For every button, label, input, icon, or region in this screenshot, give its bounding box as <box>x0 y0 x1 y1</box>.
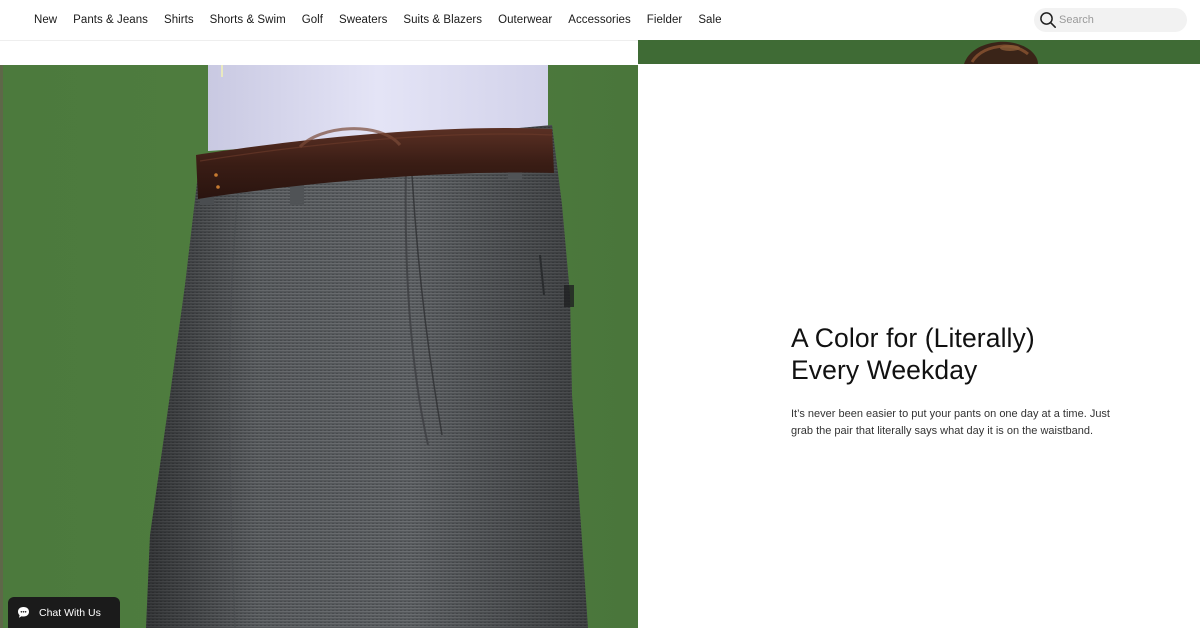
nav-item-sale[interactable]: Sale <box>690 14 729 26</box>
search-icon[interactable] <box>1039 11 1057 29</box>
feature-title: A Color for (Literally) Every Weekday <box>791 322 1121 386</box>
feature-description: It’s never been easier to put your pants… <box>791 406 1121 439</box>
nav-item-fielder[interactable]: Fielder <box>639 14 691 26</box>
chat-with-us-button[interactable]: Chat With Us <box>8 597 120 628</box>
feature-description-line-2: grab the pair that literally says what d… <box>791 424 1094 437</box>
nav-item-sweaters[interactable]: Sweaters <box>331 14 395 26</box>
nav-item-golf[interactable]: Golf <box>294 14 331 26</box>
feature-copy: A Color for (Literally) Every Weekday It… <box>791 322 1121 439</box>
feature-title-line-1: A Color for (Literally) <box>791 323 1035 353</box>
previous-image-strip <box>638 40 1200 64</box>
chat-bubble-icon <box>18 607 29 618</box>
nav-item-outerwear[interactable]: Outerwear <box>490 14 560 26</box>
nav-item-pants-jeans[interactable]: Pants & Jeans <box>65 14 156 26</box>
main-nav: New Pants & Jeans Shirts Shorts & Swim G… <box>26 0 730 40</box>
nav-item-shirts[interactable]: Shirts <box>156 14 202 26</box>
chat-with-us-label: Chat With Us <box>39 606 101 619</box>
left-image-top-margin <box>0 40 638 66</box>
search-box[interactable] <box>1034 8 1187 32</box>
feature-description-line-1: It’s never been easier to put your pants… <box>791 408 1110 420</box>
hero-pants-image <box>0 65 638 628</box>
nav-item-suits-blazers[interactable]: Suits & Blazers <box>395 14 490 26</box>
feature-title-line-2: Every Weekday <box>791 355 978 385</box>
shoe-image <box>638 40 1200 64</box>
header-divider <box>0 40 638 41</box>
nav-item-new[interactable]: New <box>26 14 65 26</box>
page: New Pants & Jeans Shirts Shorts & Swim G… <box>0 0 1200 628</box>
site-header: New Pants & Jeans Shirts Shorts & Swim G… <box>0 0 1200 40</box>
nav-item-shorts-swim[interactable]: Shorts & Swim <box>202 14 294 26</box>
pants-photo <box>0 65 638 628</box>
search-input[interactable] <box>1059 14 1177 26</box>
nav-item-accessories[interactable]: Accessories <box>560 14 639 26</box>
